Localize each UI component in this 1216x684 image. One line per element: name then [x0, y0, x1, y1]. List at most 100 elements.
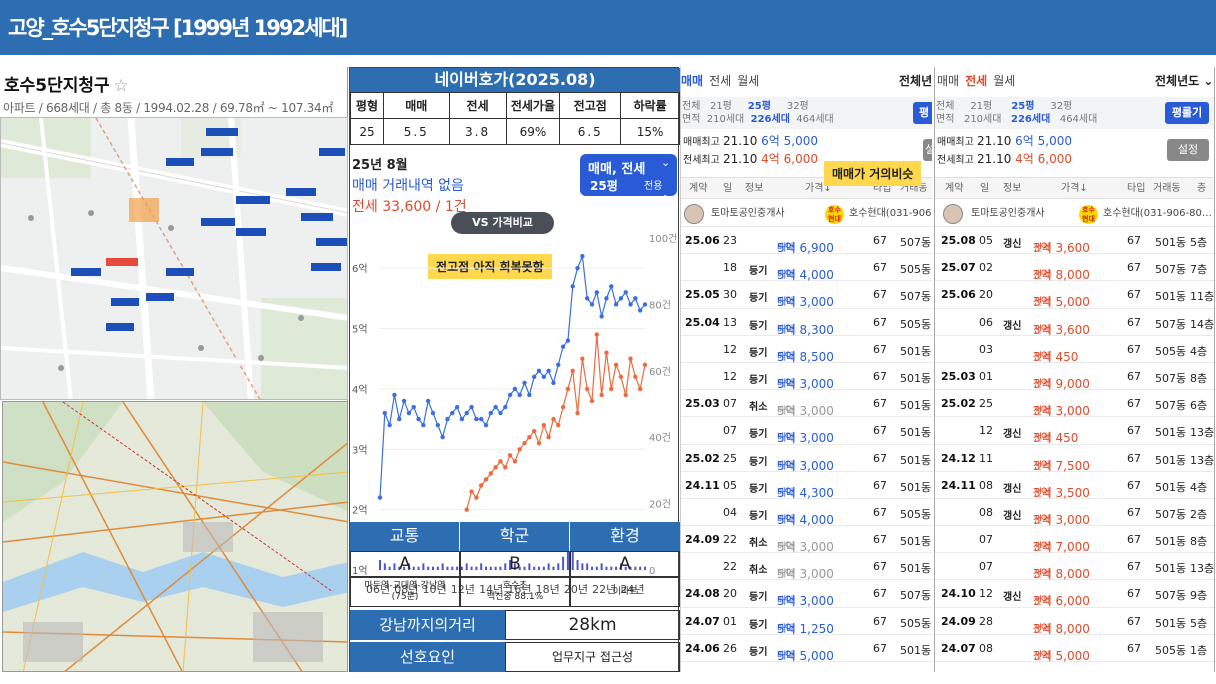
- tab-jeonse[interactable]: 전세: [709, 74, 731, 88]
- area-toggle-button[interactable]: 평: [913, 102, 932, 124]
- table-row[interactable]: 25.05 30 등기 매매 5억 3,000 67 507동: [681, 281, 932, 309]
- preference-value: 업무지구 접근성: [505, 642, 680, 672]
- table-row[interactable]: 25.04 13 등기 매매 5억 8,300 67 505동: [681, 309, 932, 337]
- settings-button[interactable]: 설정: [1167, 139, 1209, 161]
- col-dong: 거래동: [1153, 183, 1181, 194]
- row-dong: 501동: [1155, 480, 1187, 494]
- agent-row[interactable]: 토마토공인중개사 호수 현대 호수현대(031-906-80…: [935, 201, 1214, 227]
- table-row[interactable]: 24.07 01 등기 매매 5억 1,250 67 505동: [681, 608, 932, 636]
- complex-panel: 호수5단지청구 ☆ 아파트 / 668세대 / 총 8동 / 1994.02.28…: [0, 67, 348, 672]
- table-row[interactable]: 12 등기 매매 5억 3,000 67 501동: [681, 363, 932, 391]
- data-point: [546, 368, 551, 373]
- data-point: [541, 422, 547, 428]
- data-point: [613, 302, 619, 307]
- area-option-32[interactable]: 32평: [1050, 101, 1072, 112]
- naver-title: 네이버호가(2025.08): [350, 68, 680, 92]
- data-point: [392, 392, 397, 398]
- data-point: [425, 398, 431, 404]
- tab-sale[interactable]: 매매: [681, 74, 703, 88]
- tab-jeonse[interactable]: 전세: [965, 74, 987, 88]
- table-row[interactable]: 25.08 05 갱신 전세 3억 3,600 67 501동 5층: [935, 227, 1214, 255]
- table-row[interactable]: 24.09 28 전세 3억 8,000 67 501동 5층: [935, 608, 1214, 636]
- data-point: [633, 296, 638, 301]
- col-price[interactable]: 가격↓: [1061, 178, 1088, 200]
- data-point: [474, 416, 479, 422]
- naver-table: 평형 매매 전세 전세가율 전고점 하락률 25 5.5 3.8 69% 6.5…: [350, 92, 680, 145]
- table-row[interactable]: 25.02 25 등기 매매 5억 3,000 67 501동: [681, 445, 932, 473]
- data-point: [570, 284, 575, 289]
- table-row[interactable]: 22 취소 매매 5억 3,000 67 501동: [681, 553, 932, 581]
- naver-value-cell: 5.5: [382, 118, 450, 145]
- table-row[interactable]: 25.06 20 전세 3억 5,000 67 501동 11층: [935, 281, 1214, 309]
- row-floor: 9층: [1190, 589, 1208, 603]
- table-row[interactable]: 12 등기 매매 5억 8,500 67 501동: [681, 336, 932, 364]
- table-row[interactable]: 24.11 08 갱신 전세 3억 3,500 67 501동 4층: [935, 472, 1214, 500]
- area-option-25[interactable]: 25평: [1011, 101, 1034, 112]
- table-row[interactable]: 06 갱신 전세 3억 3,600 67 507동 14층: [935, 309, 1214, 337]
- area-toggle-button[interactable]: 평룰기: [1165, 102, 1209, 124]
- settings-button[interactable]: 설: [923, 139, 932, 161]
- table-row[interactable]: 24.10 12 갱신 전세 3억 6,000 67 507동 9층: [935, 580, 1214, 608]
- data-point: [445, 416, 450, 422]
- data-point: [421, 422, 426, 428]
- table-row[interactable]: 08 갱신 전세 3억 3,000 67 507동 2층: [935, 499, 1214, 527]
- row-day: 30: [723, 288, 737, 302]
- area-option-25[interactable]: 25평: [748, 101, 771, 112]
- area-option-21[interactable]: 21평: [710, 101, 732, 112]
- table-row[interactable]: 24.11 05 등기 매매 5억 4,300 67 501동: [681, 472, 932, 500]
- row-day: 08: [979, 505, 993, 519]
- score-grade-school: B: [460, 551, 570, 577]
- area-option-32[interactable]: 32평: [787, 101, 809, 112]
- col-contract[interactable]: 계약: [945, 178, 963, 200]
- year-select[interactable]: 전체년도 ⌄: [1155, 67, 1213, 95]
- area-option-all[interactable]: 전체: [936, 101, 954, 112]
- table-row[interactable]: 24.07 08 전세 3억 5,000 67 505동 1층: [935, 635, 1214, 663]
- row-day: 08: [979, 478, 993, 492]
- row-month: 24.11: [941, 478, 976, 492]
- trade-tabs: 매매 전세 월세: [681, 67, 765, 95]
- row-floor: 4층: [1190, 344, 1208, 358]
- favorite-star-icon[interactable]: ☆: [114, 76, 129, 96]
- table-row[interactable]: 24.06 26 등기 매매 5억 5,000 67 501동: [681, 635, 932, 663]
- area-option-all[interactable]: 전체: [682, 101, 700, 112]
- local-map[interactable]: [0, 117, 348, 400]
- table-row[interactable]: 25.06 23 매매 5억 6,900 67 507동: [681, 227, 932, 255]
- table-row[interactable]: 24.08 20 등기 매매 5억 3,000 67 507동: [681, 580, 932, 608]
- table-row[interactable]: 24.12 11 전세 3억 7,500 67 501동 13층: [935, 445, 1214, 473]
- rent-tabs: 매매 전세 월세: [937, 67, 1021, 95]
- area-option-21[interactable]: 21평: [970, 101, 992, 112]
- naver-value-cell: 15%: [620, 118, 680, 145]
- agent-row[interactable]: 토마토공인중개사 호수현대 호수현대(031-906-8: [681, 201, 932, 227]
- data-point: [575, 410, 580, 416]
- chart-type-select[interactable]: 매매, 전세 ⌄ 25평 전용 67㎡: [580, 154, 677, 207]
- row-floor: 7층: [1190, 263, 1208, 277]
- tab-monthly[interactable]: 월세: [737, 74, 759, 88]
- row-info: 갱신: [1003, 483, 1022, 495]
- table-row[interactable]: 07 전세 3억 7,000 67 501동 8층: [935, 526, 1214, 554]
- table-row[interactable]: 25.02 25 전세 3억 3,000 67 507동 6층: [935, 390, 1214, 418]
- table-row[interactable]: 07 등기 매매 5억 3,000 67 501동: [681, 417, 932, 445]
- row-dong: 505동: [1155, 643, 1187, 657]
- table-row[interactable]: 07 전세 3억 8,000 67 501동 13층: [935, 553, 1214, 581]
- table-row[interactable]: 25.03 07 취소 매매 5억 3,000 67 501동: [681, 390, 932, 418]
- tab-monthly[interactable]: 월세: [993, 74, 1015, 88]
- high-label: 전세최고: [683, 155, 723, 166]
- table-row[interactable]: 18 등기 매매 5억 4,000 67 505동: [681, 254, 932, 282]
- table-row[interactable]: 12 갱신 전세 3억 450 67 501동 13층: [935, 417, 1214, 445]
- agent-name: 토마토공인중개사: [711, 208, 785, 219]
- row-day: 22: [723, 533, 737, 547]
- year-select[interactable]: 전체년도: [899, 67, 932, 95]
- regional-map[interactable]: [2, 401, 348, 672]
- table-row[interactable]: 25.07 02 전세 3억 8,000 67 507동 7층: [935, 254, 1214, 282]
- row-info: 등기: [749, 429, 768, 441]
- row-info: 취소: [749, 565, 768, 577]
- col-contract[interactable]: 계약: [689, 178, 707, 200]
- table-row[interactable]: 04 등기 매매 5억 4,000 67 505동: [681, 499, 932, 527]
- table-row[interactable]: 24.09 22 취소 매매 5억 3,000 67 501동: [681, 526, 932, 554]
- table-row[interactable]: 03 전세 3억 450 67 505동 4층: [935, 336, 1214, 364]
- row-month: 24.11: [685, 478, 720, 492]
- tab-sale[interactable]: 매매: [937, 74, 959, 88]
- row-floor: 6층: [1190, 399, 1208, 413]
- table-row[interactable]: 25.03 01 전세 3억 9,000 67 507동 8층: [935, 363, 1214, 391]
- data-point: [580, 356, 585, 361]
